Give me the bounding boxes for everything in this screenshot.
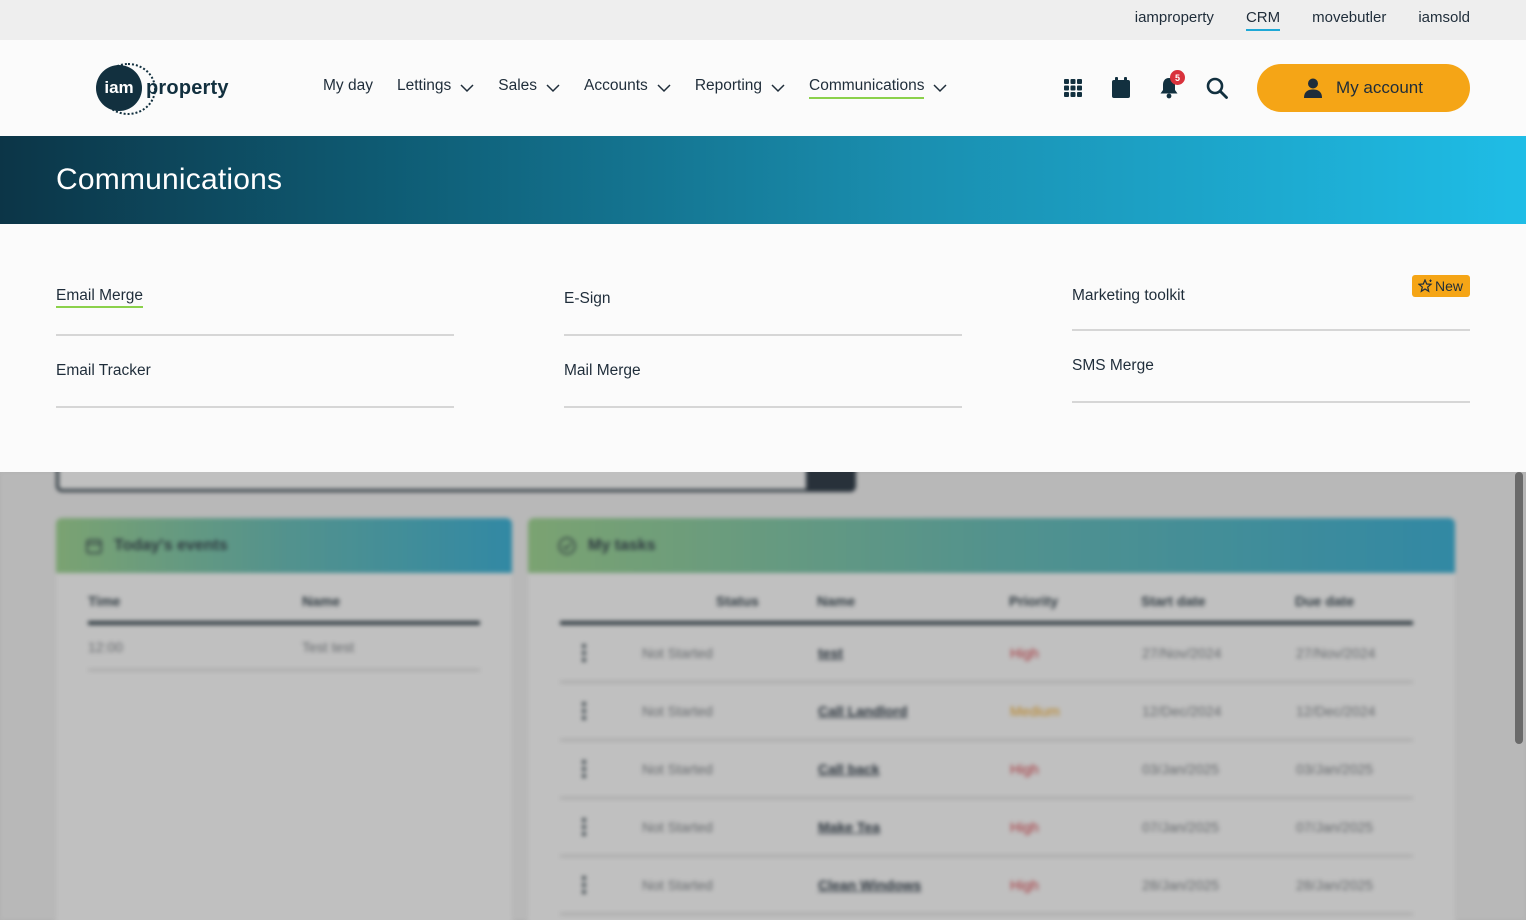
menu-link-mail-merge[interactable]: Mail Merge (564, 336, 962, 408)
logo-word: property (146, 76, 229, 99)
chevron-down-icon (933, 84, 947, 93)
utility-link-iamsold[interactable]: iamsold (1418, 9, 1470, 31)
nav-item-reporting[interactable]: Reporting (695, 77, 785, 99)
menu-link-e-sign[interactable]: E-Sign (564, 224, 962, 336)
utility-bar: iamproperty CRM movebutler iamsold (0, 0, 1526, 40)
utility-link-crm[interactable]: CRM (1245, 9, 1281, 31)
menu-link-sms-merge[interactable]: SMS Merge (1072, 331, 1470, 403)
menu-link-label: E-Sign (564, 290, 611, 307)
menu-link-email-merge[interactable]: Email Merge (56, 224, 454, 336)
notification-count-badge: 5 (1170, 70, 1185, 85)
chevron-down-icon (546, 84, 560, 93)
chevron-down-icon (460, 84, 474, 93)
nav-item-my-day[interactable]: My day (323, 77, 373, 99)
menu-column-2: E-Sign Mail Merge (564, 224, 962, 408)
nav-item-label: Communications (809, 77, 925, 99)
menu-link-label: Mail Merge (564, 362, 641, 379)
menu-column-3: Marketing toolkit New SMS Merge (1072, 224, 1470, 403)
nav-item-communications[interactable]: Communications (809, 77, 947, 99)
nav-item-label: Accounts (584, 77, 648, 94)
nav-item-label: Reporting (694, 77, 763, 94)
user-icon (1304, 78, 1323, 98)
page-scrollbar[interactable] (1515, 472, 1523, 920)
nav-item-label: Sales (498, 77, 538, 94)
calendar-button[interactable] (1109, 74, 1133, 102)
main-nav: My day Lettings Sales Accounts Reporting… (323, 40, 971, 136)
menu-link-label: Marketing toolkit (1072, 287, 1185, 304)
menu-link-email-tracker[interactable]: Email Tracker (56, 336, 454, 408)
modal-overlay[interactable] (0, 472, 1526, 920)
sparkle-star-icon (1417, 279, 1433, 293)
utility-links: iamproperty CRM movebutler iamsold (1135, 0, 1470, 40)
menu-link-marketing-toolkit[interactable]: Marketing toolkit New (1072, 224, 1470, 331)
notifications-button[interactable]: 5 (1157, 70, 1185, 102)
menu-link-label: Email Tracker (56, 362, 151, 379)
grid-icon (1064, 79, 1082, 97)
page-backdrop: Today's events Time Name 12:00 Test test… (0, 472, 1526, 920)
menu-link-label: Email Merge (56, 287, 143, 308)
search-button[interactable] (1205, 74, 1229, 102)
menu-link-label: SMS Merge (1072, 357, 1154, 374)
calendar-icon (1112, 77, 1130, 98)
communications-dropdown: Email Merge Email Tracker E-Sign Mail Me… (0, 224, 1526, 472)
page-title: Communications (56, 163, 283, 196)
nav-item-lettings[interactable]: Lettings (397, 77, 474, 99)
apps-button[interactable] (1061, 74, 1085, 102)
new-badge: New (1411, 275, 1470, 297)
nav-item-label: Lettings (396, 77, 452, 94)
menu-column-1: Email Merge Email Tracker (56, 224, 454, 408)
nav-item-accounts[interactable]: Accounts (584, 77, 671, 99)
nav-item-label: My day (323, 77, 373, 94)
chevron-down-icon (657, 84, 671, 93)
new-badge-label: New (1434, 278, 1463, 294)
my-account-label: My account (1336, 78, 1423, 97)
main-header: iam property My day Lettings Sales Accou… (0, 40, 1526, 136)
my-account-button[interactable]: My account (1257, 64, 1470, 112)
header-icons: 5 (1061, 70, 1229, 102)
nav-item-sales[interactable]: Sales (498, 77, 560, 99)
chevron-down-icon (771, 84, 785, 93)
search-icon (1206, 77, 1228, 99)
section-banner: Communications (0, 136, 1526, 224)
utility-link-iamproperty[interactable]: iamproperty (1135, 9, 1214, 31)
utility-link-movebutler[interactable]: movebutler (1312, 9, 1386, 31)
logo[interactable]: iam property (96, 63, 229, 115)
scrollbar-thumb[interactable] (1515, 472, 1523, 744)
logo-mark: iam (96, 63, 156, 115)
